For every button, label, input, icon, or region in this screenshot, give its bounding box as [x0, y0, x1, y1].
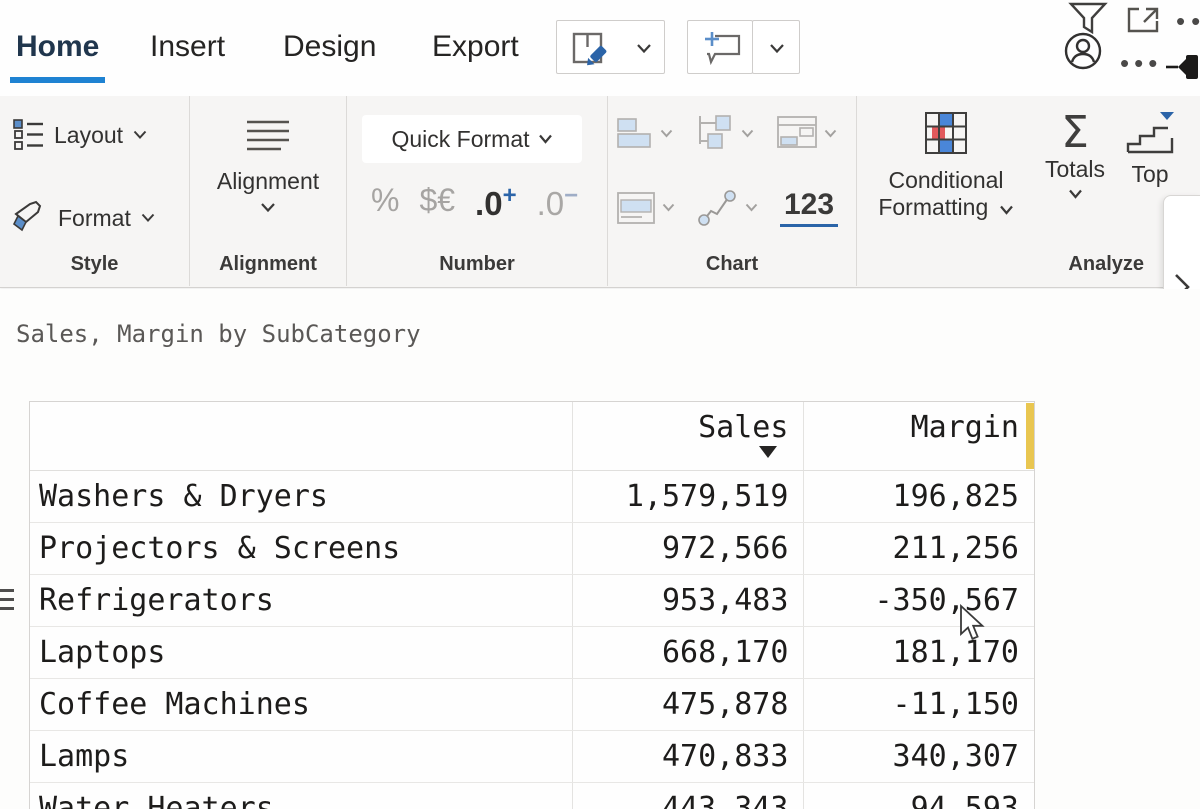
chevron-down-icon: [261, 203, 275, 213]
column-selection-bar: [1025, 403, 1034, 469]
table-visual[interactable]: Sales Margin Washers & Dryers 1,579,519 19…: [29, 401, 1035, 809]
sparkline-icon: [698, 189, 736, 226]
format-painter-icon: [12, 200, 42, 232]
table-header-row: Sales Margin: [30, 402, 1034, 471]
ribbon-group-alignment: Alignment Alignment: [190, 96, 347, 286]
ribbon-group-number: Quick Format % $€ .0+ .0− Number: [347, 96, 608, 286]
sigma-icon: Σ: [1061, 107, 1089, 158]
card-visual-button[interactable]: [616, 191, 675, 225]
conditional-formatting-button[interactable]: Conditional Formatting: [871, 110, 1021, 221]
visual-title: Sales, Margin by SubCategory: [16, 320, 421, 348]
bar-chart-icon: [617, 118, 651, 148]
hierarchy-chart-button[interactable]: [695, 114, 754, 152]
totals-button[interactable]: Σ Totals: [1035, 110, 1115, 204]
add-comment-button[interactable]: [687, 20, 753, 74]
chevron-down-icon: [660, 129, 673, 137]
chevron-down-icon: [662, 203, 675, 212]
card-visual-icon: [617, 191, 655, 224]
table-row[interactable]: Projectors & Screens 972,566 211,256: [30, 523, 1034, 575]
alignment-button-label: Alignment: [216, 168, 320, 194]
tab-export[interactable]: Export: [432, 30, 519, 64]
pin-icon[interactable]: [1166, 52, 1200, 82]
more-options-icon[interactable]: ••: [1176, 6, 1200, 37]
conditional-formatting-label-line2: Formatting: [871, 194, 1021, 221]
visual-drag-handle[interactable]: [0, 589, 14, 616]
ribbon: Layout Format Style Alignment Alignment …: [0, 96, 1200, 380]
chevron-down-icon: [637, 44, 651, 54]
edit-page-pencil-icon: [572, 32, 607, 66]
table-row[interactable]: Water Heaters 443,343 94,593: [30, 783, 1034, 809]
alignment-group-label: Alignment: [219, 253, 317, 275]
minus-sign: −: [564, 182, 579, 209]
top-n-button[interactable]: Top: [1119, 110, 1181, 188]
format-button[interactable]: Format: [10, 200, 155, 236]
plus-sign: +: [502, 182, 517, 209]
currency-format-icon[interactable]: $€: [419, 182, 455, 219]
mouse-cursor: [960, 604, 985, 640]
report-canvas: Sales, Margin by SubCategory Sales Margi…: [0, 289, 1200, 809]
conditional-formatting-label-line1: Conditional: [888, 167, 1004, 193]
table-row[interactable]: Refrigerators 953,483 -350,567: [30, 575, 1034, 627]
header-sales[interactable]: Sales: [573, 402, 805, 470]
chevron-down-icon: [824, 129, 837, 137]
chevron-down-icon: [538, 134, 552, 144]
format-button-label: Format: [58, 204, 131, 231]
bar-chart-button[interactable]: [616, 115, 673, 151]
chevron-down-icon: [770, 44, 784, 54]
number-group-label: Number: [439, 253, 515, 275]
chevron-down-icon: [141, 213, 155, 222]
number-format-123-button[interactable]: 123: [780, 188, 839, 227]
active-tab-underline: [10, 77, 105, 83]
increase-decimal-icon[interactable]: .0+: [475, 182, 517, 223]
quick-format-button[interactable]: Quick Format: [362, 115, 582, 163]
top-n-stairs-icon: [1126, 112, 1174, 154]
table-row[interactable]: Lamps 470,833 340,307: [30, 731, 1034, 783]
alignment-icon: [247, 120, 289, 151]
edit-mode-dropdown-button[interactable]: [556, 20, 665, 74]
expand-icon[interactable]: [1125, 5, 1161, 35]
percent-format-icon[interactable]: %: [371, 182, 399, 219]
ribbon-group-analyze: Conditional Formatting Σ Totals Top Anal…: [857, 96, 1200, 286]
account-icon[interactable]: [1062, 30, 1104, 72]
ribbon-group-chart: 123 Chart: [608, 96, 857, 286]
top-tab-bar: Home Insert Design Export • •••: [0, 0, 1200, 96]
chevron-down-icon: [741, 129, 754, 137]
table-row[interactable]: Laptops 668,170 181,170: [30, 627, 1034, 679]
analyze-group-label: Analyze: [1068, 253, 1144, 275]
header-margin[interactable]: Margin: [804, 402, 1034, 470]
chevron-down-icon: [745, 203, 758, 212]
app-window: Home Insert Design Export • ••• Layout F…: [0, 0, 1200, 809]
sort-descending-icon[interactable]: [759, 446, 778, 458]
top-n-label: Top: [1131, 161, 1169, 187]
report-layout-button[interactable]: [776, 115, 837, 151]
tab-design[interactable]: Design: [283, 30, 376, 64]
tab-home[interactable]: Home: [16, 30, 99, 64]
chart-group-label: Chart: [705, 253, 759, 275]
header-category[interactable]: [30, 402, 573, 470]
hierarchy-icon: [699, 115, 731, 149]
conditional-formatting-icon: [925, 112, 967, 154]
more-options-icon[interactable]: •••: [1120, 48, 1162, 79]
add-comment-icon: [705, 32, 741, 66]
sparkline-button[interactable]: [697, 189, 758, 227]
quick-format-label: Quick Format: [391, 125, 530, 152]
table-row[interactable]: Washers & Dryers 1,579,519 196,825: [30, 471, 1034, 523]
comment-dropdown-button[interactable]: [752, 20, 800, 74]
layout-button[interactable]: Layout: [12, 118, 147, 152]
chevron-down-icon: [999, 205, 1013, 215]
decrease-decimal-icon[interactable]: .0−: [537, 182, 579, 223]
totals-label: Totals: [1044, 156, 1106, 182]
layout-button-label: Layout: [54, 121, 124, 148]
ribbon-group-style: Layout Format Style: [0, 96, 190, 286]
table-row[interactable]: Coffee Machines 475,878 -11,150: [30, 679, 1034, 731]
layout-icon: [13, 119, 43, 150]
chevron-down-icon: [1068, 189, 1082, 199]
tab-insert[interactable]: Insert: [150, 30, 225, 64]
chevron-down-icon: [133, 130, 147, 139]
style-group-label: Style: [70, 253, 119, 275]
report-layout-icon: [777, 116, 817, 148]
